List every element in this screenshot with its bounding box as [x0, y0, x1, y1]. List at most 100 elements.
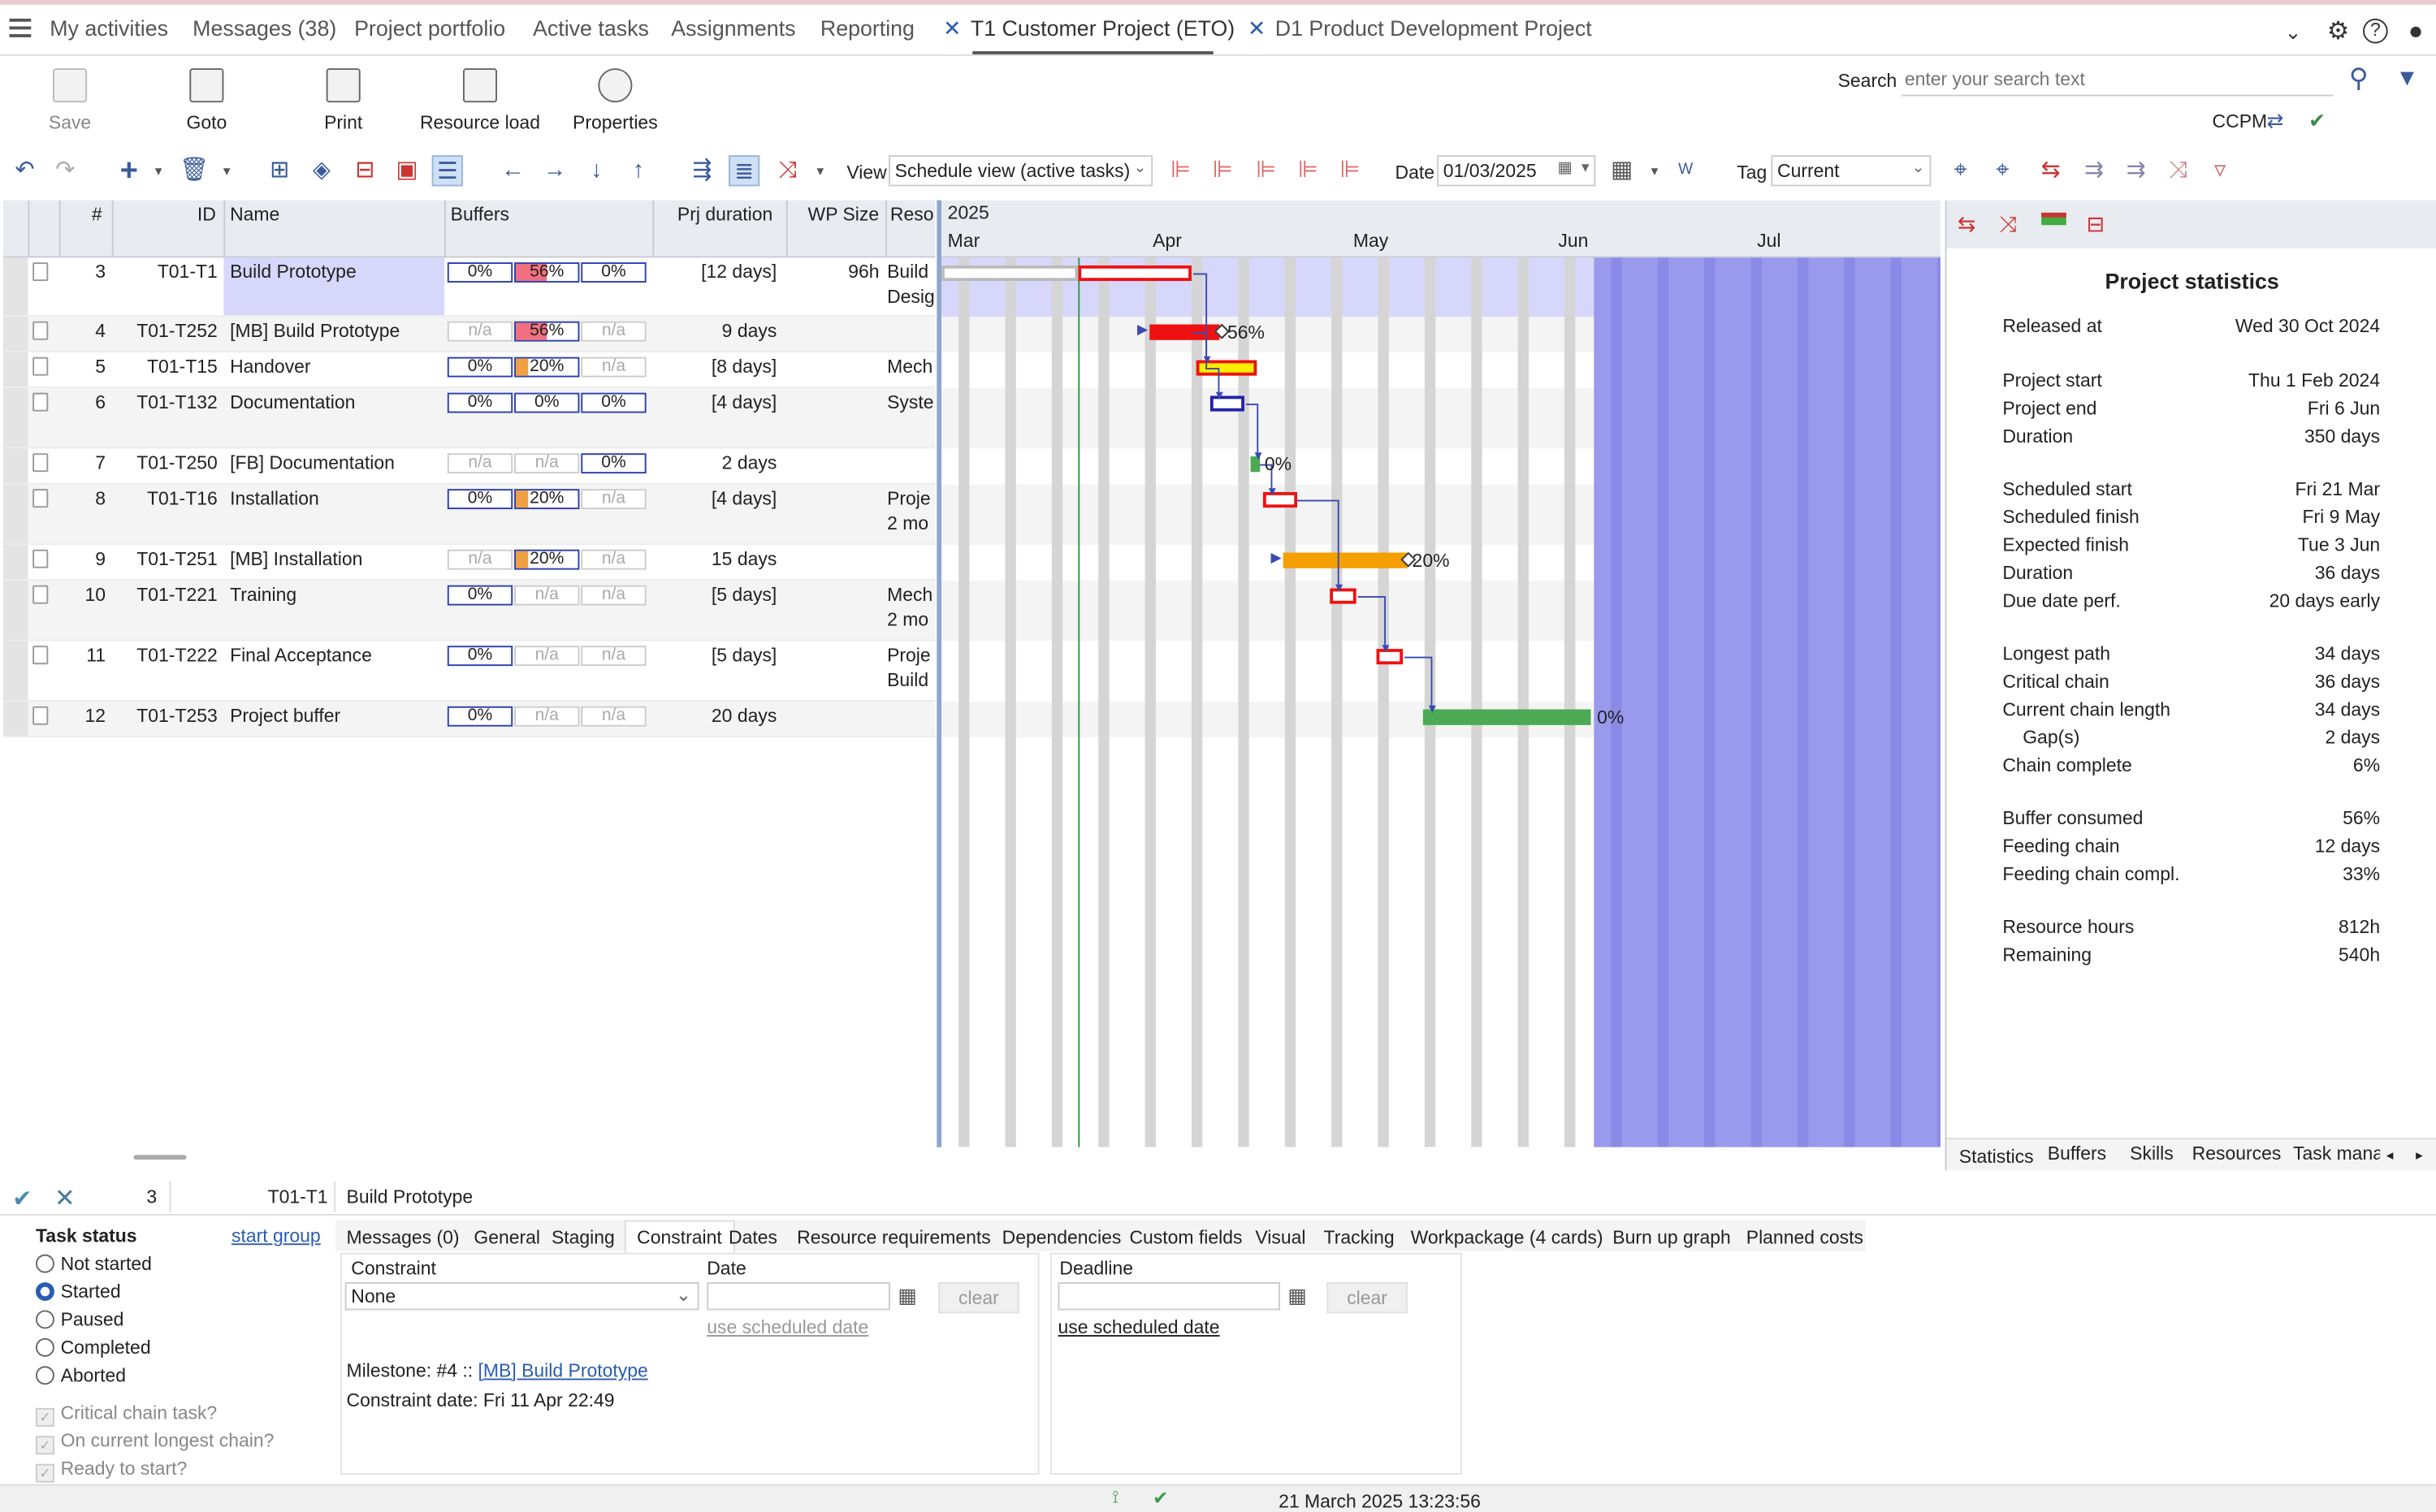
split-task-icon[interactable]: ▣ [392, 155, 422, 186]
use-scheduled-date-link[interactable]: use scheduled date [707, 1316, 868, 1338]
tab-project-t1[interactable]: ✕ T1 Customer Project (ETO) [943, 15, 1235, 41]
tab-project-d1[interactable]: ✕ D1 Product Development Project [1248, 15, 1592, 41]
tab-resource-requirements[interactable]: Resource requirements [797, 1226, 991, 1248]
task-note-icon[interactable] [32, 321, 49, 340]
buffer-tool-icon[interactable]: ⇆ [2036, 155, 2066, 186]
task-note-icon[interactable] [32, 585, 49, 604]
scroll-left-icon[interactable]: ◂ [2386, 1147, 2394, 1164]
task-note-icon[interactable] [32, 706, 49, 725]
gantt-tool-icon[interactable]: ⊫ [1207, 155, 1238, 186]
nav-assignments[interactable]: Assignments [671, 15, 795, 41]
edit-num-field[interactable]: 3 [97, 1181, 171, 1213]
critical-chain-checkbox[interactable]: ✓ Critical chain task? [35, 1402, 217, 1427]
tab-resources[interactable]: Resources [2192, 1143, 2282, 1164]
row-name[interactable]: Project buffer [230, 705, 340, 727]
nav-messages[interactable]: Messages (38) [193, 15, 336, 41]
help-icon[interactable]: ? [2363, 18, 2388, 44]
chevron-down-icon[interactable]: ▾ [211, 155, 242, 186]
task-note-icon[interactable] [32, 489, 49, 508]
week-number-icon[interactable]: W [1670, 155, 1701, 186]
chevron-down-icon[interactable]: ▾ [805, 155, 836, 186]
constraint-date-input[interactable] [707, 1282, 890, 1311]
tab-dates[interactable]: Dates [729, 1226, 777, 1248]
search-input[interactable] [1902, 62, 2334, 97]
edit-name-field[interactable]: Build Prototype [347, 1186, 474, 1208]
close-tab-icon[interactable]: ✕ [1248, 15, 1266, 41]
add-icon[interactable]: + [114, 155, 145, 186]
link-tasks-icon[interactable]: ⇶ [686, 155, 717, 186]
tag-select[interactable]: Current ⌄ [1771, 155, 1932, 187]
chevron-down-icon[interactable]: ▾ [1639, 155, 1670, 186]
tab-skills[interactable]: Skills [2130, 1143, 2174, 1164]
undo-icon[interactable]: ↶ [9, 155, 40, 186]
nav-reporting[interactable]: Reporting [820, 15, 915, 41]
tab-burn-up-graph[interactable]: Burn up graph [1612, 1226, 1730, 1248]
col-prj-duration-header[interactable]: Prj duration [677, 203, 772, 225]
col-id-header[interactable]: ID [197, 203, 216, 225]
hamburger-menu-icon[interactable] [9, 18, 32, 42]
row-name[interactable]: Final Acceptance [230, 644, 372, 666]
row-name[interactable]: [MB] Build Prototype [230, 320, 400, 342]
redo-icon[interactable]: ↷ [50, 155, 80, 186]
search-icon[interactable]: ⚲ [2349, 63, 2369, 94]
tab-general[interactable]: General [474, 1226, 540, 1248]
gantt-bar[interactable] [1283, 552, 1408, 568]
user-icon[interactable]: ● [2402, 19, 2430, 46]
status-aborted-radio[interactable]: Aborted [35, 1364, 126, 1386]
col-reso-header[interactable]: Reso [890, 203, 934, 225]
confirm-check-icon[interactable]: ✔ [12, 1185, 32, 1212]
panel-tool-icon[interactable]: ⤨ [2000, 211, 2017, 237]
timescale-icon[interactable]: ▦ [1607, 155, 1638, 186]
tab-planned-costs[interactable]: Planned costs [1746, 1226, 1863, 1248]
ccpm-sync-icon[interactable]: ⇄ [2266, 109, 2283, 134]
gantt-bar[interactable] [941, 265, 1079, 282]
horizontal-scrollbar[interactable] [133, 1155, 187, 1160]
table-row[interactable]: 11 T01-T222 Final Acceptance 0% n/a n/a [5 day… [2, 641, 936, 702]
col-buffers-header[interactable]: Buffers [451, 203, 509, 225]
tag-remove-icon[interactable]: ⌖ [1987, 155, 2018, 186]
scroll-right-icon[interactable]: ▸ [2416, 1147, 2423, 1164]
tab-dependencies[interactable]: Dependencies [1002, 1226, 1122, 1248]
tab-messages[interactable]: Messages (0) [347, 1226, 460, 1248]
move-up-icon[interactable]: ↑ [623, 155, 654, 186]
buffer-tool-icon[interactable]: ⤨ [2162, 155, 2193, 186]
move-down-icon[interactable]: ↓ [581, 155, 612, 186]
gantt-bar[interactable] [1422, 709, 1591, 725]
row-name[interactable]: Documentation [230, 391, 355, 413]
tab-workpackage[interactable]: Workpackage (4 cards) [1411, 1226, 1603, 1248]
longest-chain-checkbox[interactable]: ✓ On current longest chain? [35, 1430, 274, 1455]
status-started-radio[interactable]: Started [35, 1281, 121, 1302]
remove-task-icon[interactable]: ⊟ [349, 155, 380, 186]
table-row[interactable]: 5 T01-T15 Handover 0% 20% n/a [8 days] Mech [2, 352, 936, 388]
insert-milestone-icon[interactable]: ◈ [306, 155, 337, 186]
table-row[interactable]: 10 T01-T221 Training 0% n/a n/a [5 days] Mech 2 … [2, 580, 936, 642]
gantt-bar[interactable] [1078, 265, 1192, 282]
task-note-icon[interactable] [32, 356, 49, 376]
calendar-icon[interactable]: ▦ [898, 1284, 917, 1309]
task-note-icon[interactable] [32, 262, 49, 282]
task-note-icon[interactable] [32, 549, 49, 568]
panel-tool-icon[interactable] [2041, 212, 2066, 226]
gantt-bar[interactable] [1149, 324, 1220, 340]
indent-arrow-icon[interactable]: → [539, 155, 570, 186]
start-group-link[interactable]: start group [231, 1225, 321, 1246]
panel-tool-icon[interactable]: ⊟ [2087, 211, 2105, 237]
chevron-down-icon[interactable]: ▾ [143, 155, 174, 186]
row-name[interactable]: Build Prototype [230, 261, 357, 283]
tab-tracking[interactable]: Tracking [1324, 1226, 1395, 1248]
nav-my-activities[interactable]: My activities [50, 15, 168, 41]
table-row[interactable]: 3 T01-T1 Build Prototype 0% 56% 0% [12 days] 96… [2, 257, 936, 317]
milestone-link[interactable]: [MB] Build Prototype [478, 1360, 648, 1382]
task-note-icon[interactable] [32, 453, 49, 473]
status-not-started-radio[interactable]: Not started [35, 1253, 152, 1275]
table-row[interactable]: 12 T01-T253 Project buffer 0% n/a n/a 20 days [2, 702, 936, 738]
view-select[interactable]: Schedule view (active tasks) ⌄ [889, 155, 1153, 187]
table-row[interactable]: 6 T01-T132 Documentation 0% 0% 0% [4 days] Syst… [2, 387, 936, 449]
chain-view-icon[interactable]: ≣ [729, 155, 760, 187]
date-picker[interactable]: 01/03/2025 ▦ ▾ [1437, 155, 1596, 187]
print-button[interactable]: Print [317, 68, 370, 133]
col-num-header[interactable]: # [92, 203, 102, 225]
outdent-arrow-icon[interactable]: ← [497, 155, 528, 186]
buffer-tool-icon[interactable]: ⇉ [2121, 155, 2152, 186]
calendar-icon[interactable]: ▦ [1288, 1284, 1308, 1309]
